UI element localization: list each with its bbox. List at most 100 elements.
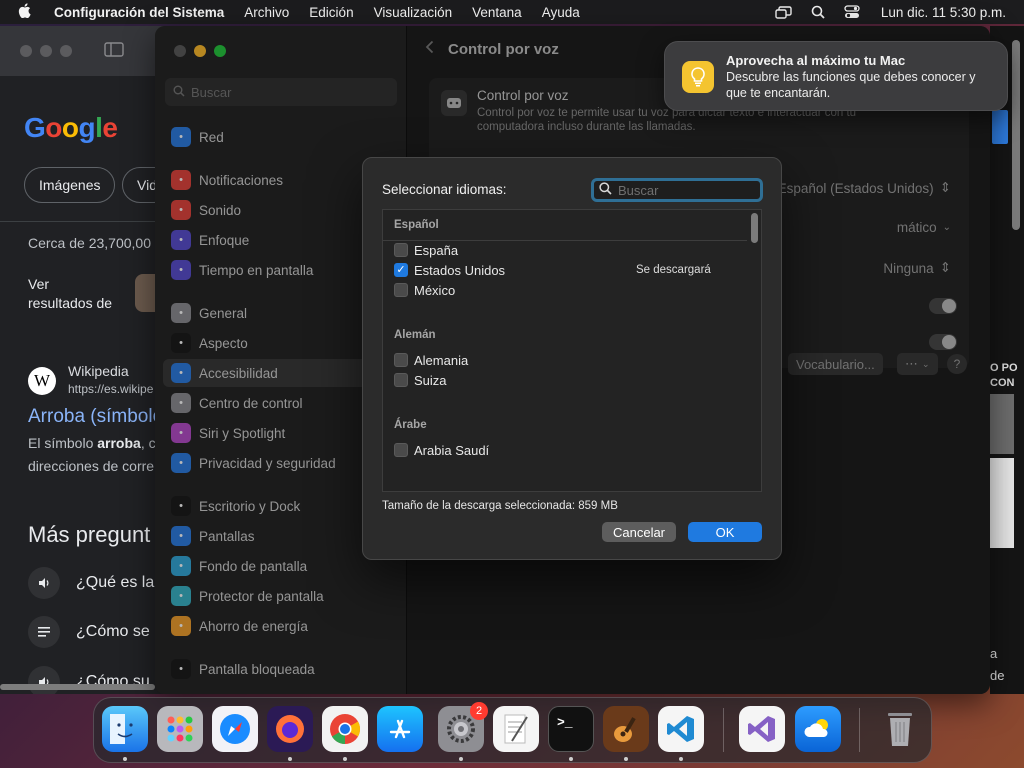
- language-group-header: Árabe: [394, 419, 427, 431]
- terminal-icon[interactable]: >_: [548, 706, 594, 752]
- checkbox[interactable]: [394, 353, 408, 367]
- language-label: España: [414, 242, 459, 258]
- browser-sidebar-icon[interactable]: [104, 42, 124, 60]
- menu-edicion[interactable]: Edición: [309, 5, 353, 20]
- dialog-title: Seleccionar idiomas:: [382, 182, 507, 197]
- background-text-line1: O PO: [990, 362, 1018, 374]
- running-indicator: [288, 757, 292, 761]
- screen-mirroring-icon[interactable]: [775, 5, 793, 19]
- result-title-link[interactable]: Arroba (símbolo: [28, 406, 163, 428]
- see-results-line1[interactable]: Ver: [28, 276, 49, 292]
- scrollbar-thumb[interactable]: [751, 213, 758, 243]
- menu-ayuda[interactable]: Ayuda: [542, 5, 580, 20]
- wiki-site-name: Wikipedia: [68, 363, 129, 379]
- language-label: Suiza: [414, 372, 447, 388]
- language-list[interactable]: Español España ✓ Estados Unidos Se descargar…: [382, 209, 762, 492]
- select-languages-dialog: Seleccionar idiomas: Español España ✓ Estad…: [362, 157, 782, 560]
- language-row[interactable]: Suiza: [394, 370, 734, 390]
- dialog-search-field[interactable]: [591, 178, 763, 202]
- menu-ventana[interactable]: Ventana: [472, 5, 522, 20]
- language-row[interactable]: Arabia Saudí: [394, 440, 734, 460]
- language-row[interactable]: Alemania: [394, 350, 734, 370]
- background-image-keyboard: [990, 394, 1014, 454]
- language-label: Arabia Saudí: [414, 442, 490, 458]
- notification-badge: 2: [470, 702, 488, 720]
- results-count: Cerca de 23,700,00: [28, 235, 151, 251]
- list-icon: [28, 616, 60, 648]
- result-snippet-line1: El símbolo arroba, c: [28, 435, 156, 451]
- system-settings-icon[interactable]: 2: [438, 702, 488, 752]
- browser-divider: [0, 221, 170, 222]
- menu-visualizacion[interactable]: Visualización: [374, 5, 453, 20]
- spotlight-search-icon[interactable]: [809, 5, 827, 19]
- dialog-search-input[interactable]: [618, 182, 748, 198]
- menu-archivo[interactable]: Archivo: [244, 5, 289, 20]
- trash-icon[interactable]: [877, 706, 923, 752]
- garageband-icon[interactable]: [603, 706, 649, 752]
- browser-window: Google Imágenes Vid Cerca de 23,700,00 V…: [0, 26, 170, 694]
- checkbox-checked[interactable]: ✓: [394, 263, 408, 277]
- app-store-icon[interactable]: [377, 706, 423, 752]
- checkbox[interactable]: [394, 283, 408, 297]
- language-group-header: Alemán: [394, 329, 436, 341]
- visual-studio-icon[interactable]: [739, 706, 785, 752]
- chip-images[interactable]: Imágenes: [24, 167, 116, 203]
- background-image-device: [990, 458, 1014, 548]
- safari-icon[interactable]: [212, 706, 258, 752]
- running-indicator: [624, 757, 628, 761]
- question-row[interactable]: ¿Qué es la: [28, 565, 154, 601]
- google-logo[interactable]: Google: [24, 112, 118, 144]
- wikipedia-icon: W: [28, 367, 56, 395]
- language-row[interactable]: ✓ Estados Unidos Se descargará: [394, 260, 734, 280]
- browser-minimize-button[interactable]: [40, 45, 52, 57]
- menu-app-name[interactable]: Configuración del Sistema: [54, 5, 224, 20]
- background-scrollbar[interactable]: [1012, 40, 1020, 230]
- firefox-icon[interactable]: [267, 706, 313, 752]
- dock-separator: [859, 708, 860, 752]
- background-text-line4: de: [990, 668, 1005, 683]
- wiki-url: https://es.wikipe: [68, 382, 154, 396]
- browser-close-button[interactable]: [20, 45, 32, 57]
- language-list-scrollbar[interactable]: [751, 213, 758, 490]
- apple-menu-icon[interactable]: [18, 2, 40, 22]
- running-indicator: [679, 757, 683, 761]
- language-label: Estados Unidos: [414, 262, 506, 278]
- menu-clock[interactable]: Lun dic. 11 5:30 p.m.: [881, 5, 1006, 20]
- background-text-line3: a: [990, 646, 998, 661]
- see-results-line2[interactable]: resultados de: [28, 295, 112, 311]
- lightbulb-icon: [682, 61, 714, 93]
- background-text-line2: CON: [990, 377, 1015, 389]
- notification-banner[interactable]: Aprovecha al máximo tu Mac Descubre las …: [664, 41, 1008, 111]
- running-indicator: [459, 757, 463, 761]
- download-size-label: Tamaño de la descarga seleccionada: 859 …: [382, 500, 618, 512]
- control-center-icon[interactable]: [843, 5, 861, 19]
- search-icon: [599, 182, 612, 198]
- running-indicator: [569, 757, 573, 761]
- chrome-icon[interactable]: [322, 706, 368, 752]
- browser-toolbar: [0, 26, 170, 76]
- question-row[interactable]: ¿Cómo se: [28, 614, 150, 650]
- finder-icon[interactable]: [102, 706, 148, 752]
- notification-title: Aprovecha al máximo tu Mac: [726, 53, 906, 68]
- list-header-divider: [383, 240, 747, 241]
- browser-horizontal-scrollbar[interactable]: [0, 684, 155, 690]
- checkbox[interactable]: [394, 443, 408, 457]
- textedit-icon[interactable]: [493, 706, 539, 752]
- ok-button[interactable]: OK: [688, 522, 762, 542]
- language-row[interactable]: México: [394, 280, 734, 300]
- notification-body: Descubre las funciones que debes conocer…: [726, 70, 976, 100]
- background-blue-block: [992, 110, 1008, 144]
- weather-icon[interactable]: [795, 706, 841, 752]
- language-row[interactable]: España: [394, 240, 734, 260]
- cancel-button[interactable]: Cancelar: [602, 522, 676, 542]
- launchpad-icon[interactable]: [157, 706, 203, 752]
- download-status: Se descargará: [636, 264, 711, 276]
- checkbox[interactable]: [394, 243, 408, 257]
- language-label: Alemania: [414, 352, 469, 368]
- browser-zoom-button[interactable]: [60, 45, 72, 57]
- dock: 2 >_: [93, 697, 932, 763]
- checkbox[interactable]: [394, 373, 408, 387]
- dock-separator: [723, 708, 724, 752]
- menu-bar: Configuración del Sistema Archivo Edició…: [0, 0, 1024, 24]
- vscode-icon[interactable]: [658, 706, 704, 752]
